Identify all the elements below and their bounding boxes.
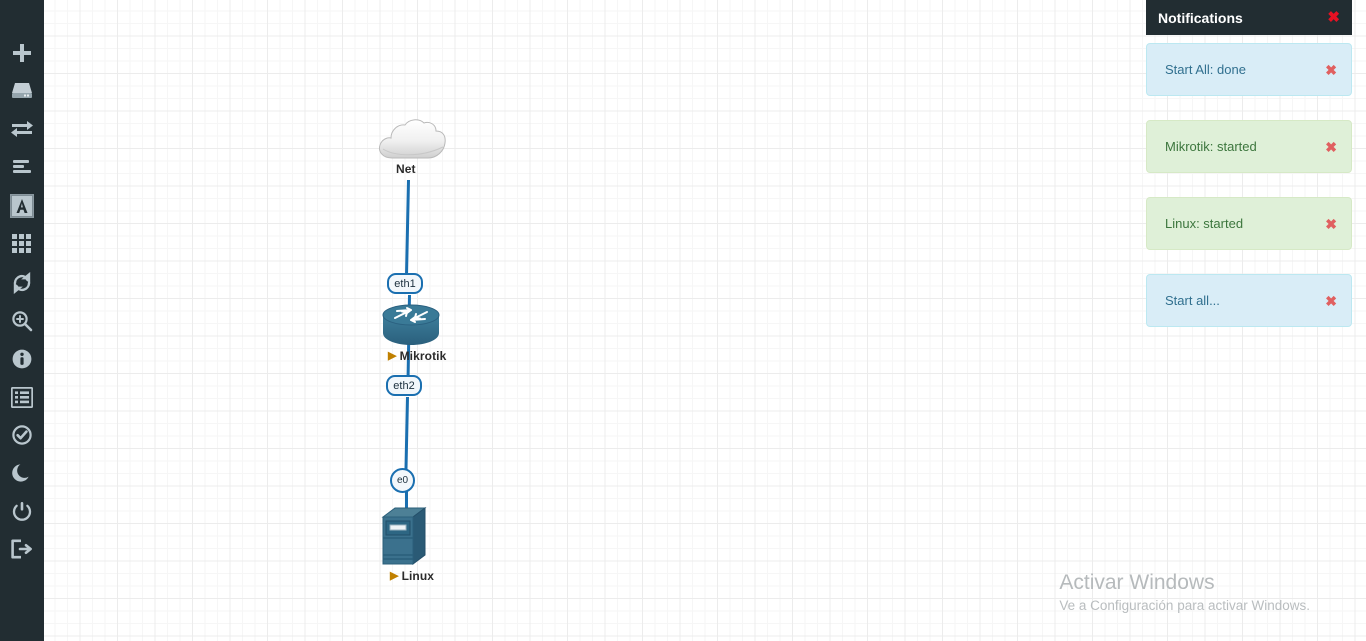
notifications-header: Notifications ✖ [1146,0,1352,35]
port-badge-eth1-label: eth1 [394,277,416,290]
router-icon [382,304,440,345]
node-net-label-text: Net [396,162,416,176]
node-net-label: Net [396,162,416,176]
notification-close-icon[interactable]: ✖ [1325,140,1337,154]
notification-message: Mikrotik: started [1165,139,1257,154]
notification-close-icon[interactable]: ✖ [1325,294,1337,308]
grid-dots-icon [12,234,31,253]
port-badge-eth1[interactable]: eth1 [387,273,423,294]
grid-button[interactable] [0,225,44,263]
logout-icon [11,539,32,559]
port-badge-eth2[interactable]: eth2 [386,375,422,396]
refresh-button[interactable] [0,264,44,302]
notification-message: Start all... [1165,293,1220,308]
notification-item[interactable]: Start all... ✖ [1146,274,1352,327]
port-badge-e0[interactable]: e0 [390,468,415,493]
application-window: Net eth1 ▶ Mikrotik eth2 e0 ▶ Linux Acti… [0,0,1366,641]
power-button[interactable] [0,492,44,530]
info-button[interactable] [0,340,44,378]
node-linux[interactable]: ▶ Linux [381,505,434,583]
port-badge-e0-label: e0 [396,475,409,486]
check-circle-icon [12,425,32,445]
logout-button[interactable] [0,530,44,568]
notification-item[interactable]: Mikrotik: started ✖ [1146,120,1352,173]
text-a-icon [10,194,34,218]
left-toolbar [0,0,44,641]
add-node-button[interactable] [0,34,44,72]
add-link-button[interactable] [0,110,44,148]
info-circle-icon [12,349,32,369]
sleep-button[interactable] [0,454,44,492]
node-mikrotik-running-icon: ▶ [388,350,397,362]
notification-message: Start All: done [1165,62,1246,77]
notification-item[interactable]: Start All: done ✖ [1146,43,1352,96]
list-table-icon [11,386,33,408]
notifications-title: Notifications [1158,9,1243,26]
add-text-button[interactable] [0,187,44,225]
link-net-mikrotik[interactable] [405,179,410,276]
link-mikrotik-linux-lower[interactable] [404,396,409,473]
notification-close-icon[interactable]: ✖ [1325,63,1337,77]
list-button[interactable] [0,378,44,416]
watermark-subtitle: Ve a Configuración para activar Windows. [1059,598,1310,613]
node-mikrotik-label-text: Mikrotik [399,349,447,363]
node-linux-label-text: Linux [401,569,435,583]
server-icon [12,83,32,98]
notification-message: Linux: started [1165,216,1244,231]
cloud-icon [379,119,446,159]
zoom-button[interactable] [0,302,44,340]
node-linux-running-icon: ▶ [390,570,399,582]
status-button[interactable] [0,416,44,454]
watermark-title: Activar Windows [1059,571,1215,595]
align-lines-icon [13,160,31,173]
node-mikrotik-label: ▶ Mikrotik [388,349,446,363]
refresh-icon [13,272,31,294]
node-mikrotik[interactable]: ▶ Mikrotik [381,304,446,363]
node-linux-label: ▶ Linux [390,569,434,583]
moon-icon [12,464,29,482]
link-arrows-icon [11,121,33,137]
windows-activation-watermark: Activar Windows Ve a Configuración para … [1059,571,1310,613]
notification-close-icon[interactable]: ✖ [1325,217,1337,231]
notifications-list: Start All: done ✖ Mikrotik: started ✖ Li… [1146,35,1352,327]
server-icon [381,507,427,565]
notifications-close-icon[interactable]: ✖ [1327,10,1340,25]
port-badge-eth2-label: eth2 [393,379,415,392]
align-button[interactable] [0,149,44,187]
node-net[interactable]: Net [376,118,448,176]
notification-item[interactable]: Linux: started ✖ [1146,197,1352,250]
power-icon [12,502,32,521]
zoom-in-icon [12,311,33,332]
plus-icon [13,44,31,62]
add-device-button[interactable] [0,72,44,110]
notifications-panel: Notifications ✖ Start All: done ✖ Mikrot… [1146,0,1352,351]
